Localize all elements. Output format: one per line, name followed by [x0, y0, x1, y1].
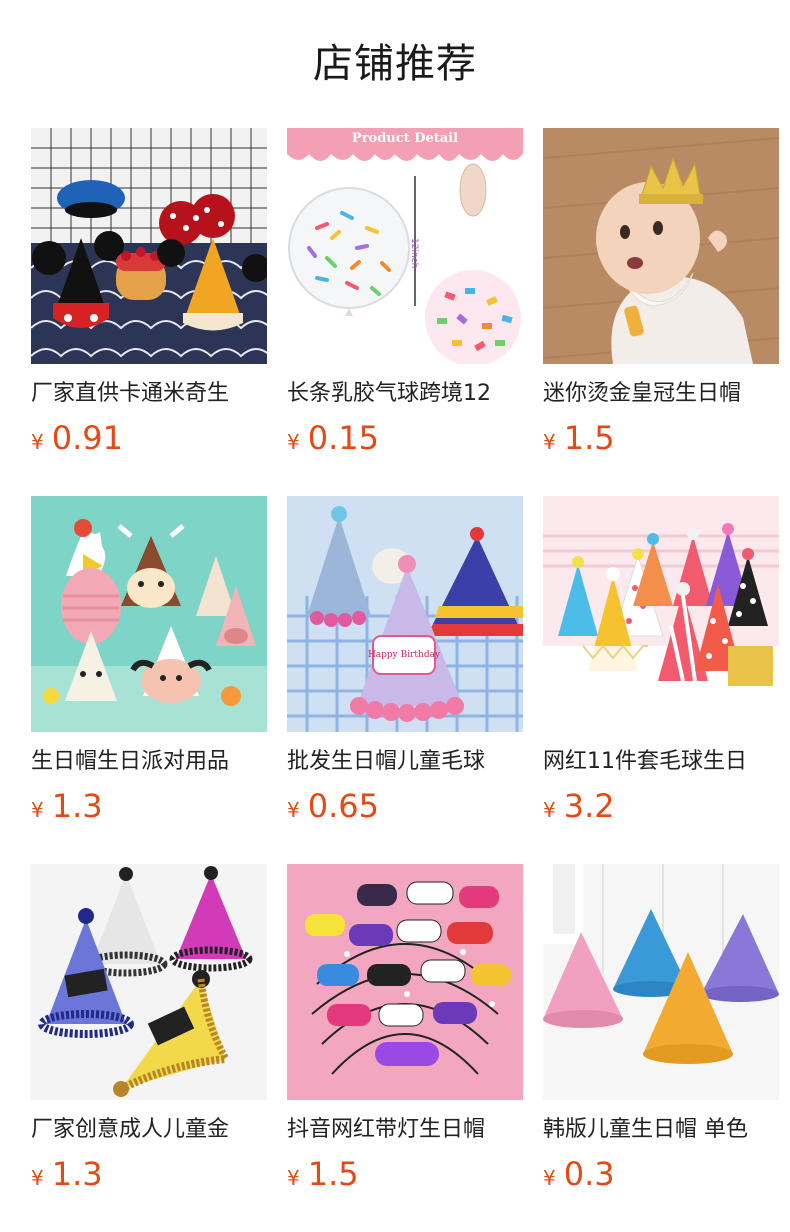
currency-symbol: ¥ — [543, 430, 556, 454]
led-headband-image — [287, 864, 523, 1100]
product-card[interactable]: 厂家创意成人儿童金 ¥1.3 — [31, 864, 267, 1204]
product-image[interactable] — [31, 128, 267, 364]
product-name[interactable]: 迷你烫金皇冠生日帽 — [543, 378, 779, 410]
product-card[interactable]: 韩版儿童生日帽 单色 ¥0.3 — [543, 864, 779, 1204]
currency-symbol: ¥ — [287, 798, 300, 822]
product-price: ¥1.3 — [31, 784, 103, 828]
product-name[interactable]: 韩版儿童生日帽 单色 — [543, 1114, 779, 1146]
product-price: ¥1.5 — [287, 1152, 359, 1196]
product-card[interactable]: 网红11件套毛球生日 ¥3.2 — [543, 496, 779, 836]
pattern-party-hats-image — [543, 496, 779, 732]
product-price: ¥3.2 — [543, 784, 615, 828]
product-card[interactable]: 厂家直供卡通米奇生 ¥0.91 — [31, 128, 267, 468]
product-image[interactable]: Happy Birthday — [287, 496, 523, 732]
currency-symbol: ¥ — [31, 798, 44, 822]
currency-symbol: ¥ — [287, 430, 300, 454]
store-recommendations-page: 店铺推荐 厂家直供卡通米奇生 ¥ 0.91 Product Detail 12i… — [0, 0, 790, 1232]
currency-symbol: ¥ — [543, 798, 556, 822]
price-value: 0.15 — [307, 419, 379, 457]
price-value: 3.2 — [563, 787, 615, 825]
product-image[interactable] — [543, 496, 779, 732]
product-price: ¥0.91 — [31, 416, 123, 460]
product-name[interactable]: 抖音网红带灯生日帽 — [287, 1114, 523, 1146]
pompom-birthday-hats-image: Happy Birthday — [287, 496, 523, 732]
price-value: 0.91 — [51, 419, 123, 457]
solid-color-hats-image — [543, 864, 779, 1100]
product-price: ¥0.3 — [543, 1152, 615, 1196]
glitter-tinsel-hats-image — [31, 864, 267, 1100]
product-price: ¥0.65 — [287, 784, 379, 828]
product-image[interactable] — [543, 864, 779, 1100]
product-image[interactable]: Product Detail 12inch — [287, 128, 523, 364]
product-card[interactable]: Happy Birthday 批发生日帽儿童毛球 ¥0.65 — [287, 496, 523, 836]
image-size-label: 12inch — [409, 238, 419, 268]
product-price: ¥1.3 — [31, 1152, 103, 1196]
product-image[interactable] — [543, 128, 779, 364]
product-card[interactable]: 迷你烫金皇冠生日帽 ¥1.5 — [543, 128, 779, 468]
product-card[interactable]: 抖音网红带灯生日帽 ¥1.5 — [287, 864, 523, 1204]
currency-symbol: ¥ — [31, 1166, 44, 1190]
price-value: 1.5 — [307, 1155, 359, 1193]
image-hat-text: Happy Birthday — [368, 650, 441, 660]
product-card[interactable]: Product Detail 12inch 长条乳胶气球跨境12 ¥ 0.15 — [287, 128, 523, 468]
product-image[interactable] — [287, 864, 523, 1100]
price-value: 1.3 — [51, 1155, 103, 1193]
price-value: 0.65 — [307, 787, 379, 825]
product-name[interactable]: 长条乳胶气球跨境12 — [287, 378, 523, 410]
product-card[interactable]: 生日帽生日派对用品 ¥1.3 — [31, 496, 267, 836]
product-name[interactable]: 生日帽生日派对用品 — [31, 746, 267, 778]
product-price: ¥1.5 — [543, 416, 615, 460]
price-value: 1.5 — [563, 419, 615, 457]
currency-symbol: ¥ — [287, 1166, 300, 1190]
product-name[interactable]: 厂家直供卡通米奇生 — [31, 378, 267, 410]
product-price: ¥0.15 — [287, 416, 379, 460]
section-title: 店铺推荐 — [313, 41, 477, 87]
price-value: 1.3 — [51, 787, 103, 825]
mickey-party-hats-image — [31, 128, 267, 364]
animal-party-hats-image — [31, 496, 267, 732]
image-banner-text: Product Detail — [352, 131, 458, 146]
currency-symbol: ¥ — [31, 430, 44, 454]
baby-crown-image — [543, 128, 779, 364]
product-name[interactable]: 厂家创意成人儿童金 — [31, 1114, 267, 1146]
product-image[interactable] — [31, 496, 267, 732]
product-name[interactable]: 网红11件套毛球生日 — [543, 746, 779, 778]
currency-symbol: ¥ — [543, 1166, 556, 1190]
product-name[interactable]: 批发生日帽儿童毛球 — [287, 746, 523, 778]
product-image[interactable] — [31, 864, 267, 1100]
confetti-balloon-image: Product Detail 12inch — [287, 128, 523, 364]
price-value: 0.3 — [563, 1155, 615, 1193]
